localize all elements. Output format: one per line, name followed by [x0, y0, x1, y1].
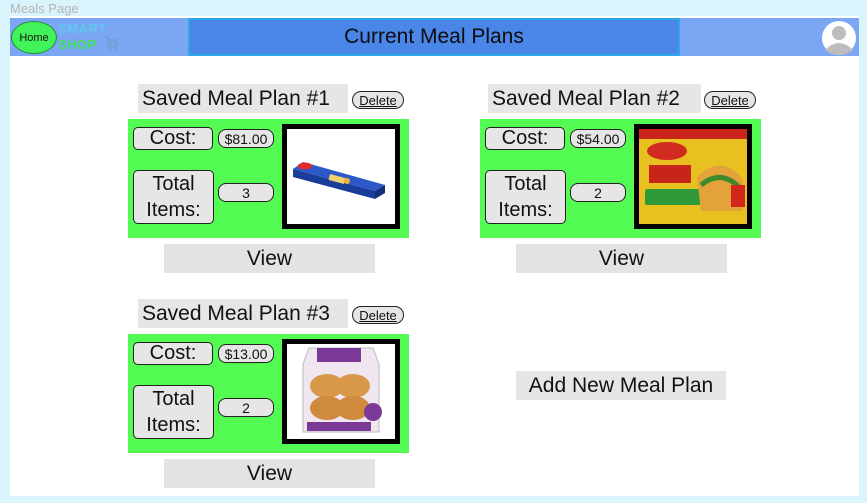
plan-1-delete-button[interactable]: Delete: [352, 91, 404, 109]
plan-1-cost-label: Cost:: [133, 127, 213, 150]
plan-1-title: Saved Meal Plan #1: [138, 84, 348, 113]
user-avatar-icon[interactable]: [821, 21, 857, 55]
plan-3-items-label: Total Items:: [133, 385, 214, 439]
plan-2-cost-label: Cost:: [485, 127, 565, 150]
plan-3-card: Cost: $13.00 Total Items: 2: [128, 334, 409, 453]
plan-2-card: Cost: $54.00 Total Items: 2: [480, 119, 761, 238]
plan-3-cost-value: $13.00: [218, 344, 274, 363]
smart-shop-logo[interactable]: SMART SHOP: [58, 21, 122, 54]
plan-1-card: Cost: $81.00 Total Items: 3: [128, 119, 409, 238]
plan-2-items-label: Total Items:: [485, 170, 566, 224]
plan-2-title: Saved Meal Plan #2: [488, 84, 701, 113]
plan-3-view-button[interactable]: View: [164, 459, 375, 488]
plan-2-view-button[interactable]: View: [516, 244, 727, 273]
plan-2-items-value: 2: [570, 183, 626, 202]
plan-3-cost-label: Cost:: [133, 342, 213, 365]
cart-icon: [105, 36, 118, 51]
plan-3-title: Saved Meal Plan #3: [138, 299, 348, 328]
top-bar: Home SMART SHOP Current Meal Plans: [10, 18, 859, 56]
plan-1-items-value: 3: [218, 183, 274, 202]
meals-page-frame: Home SMART SHOP Current Meal Plans Saved…: [10, 16, 859, 496]
plan-3-delete-button[interactable]: Delete: [352, 306, 404, 324]
plan-2-cost-value: $54.00: [570, 129, 626, 148]
plan-1-items-label: Total Items:: [133, 170, 214, 224]
logo-line1: SMART: [58, 21, 107, 36]
plan-1-view-button[interactable]: View: [164, 244, 375, 273]
burger-buns-bag-image: [282, 339, 400, 444]
spaghetti-box-image: [282, 124, 400, 229]
home-button[interactable]: Home: [11, 21, 57, 54]
add-new-meal-plan-button[interactable]: Add New Meal Plan: [516, 371, 726, 400]
page-title: Current Meal Plans: [188, 18, 680, 56]
taco-shells-box-image: [634, 124, 752, 229]
plan-3-items-value: 2: [218, 398, 274, 417]
plan-1-cost-value: $81.00: [218, 129, 274, 148]
page-label: Meals Page: [10, 1, 79, 16]
logo-line2: SHOP: [58, 37, 97, 52]
plan-2-delete-button[interactable]: Delete: [704, 91, 756, 109]
